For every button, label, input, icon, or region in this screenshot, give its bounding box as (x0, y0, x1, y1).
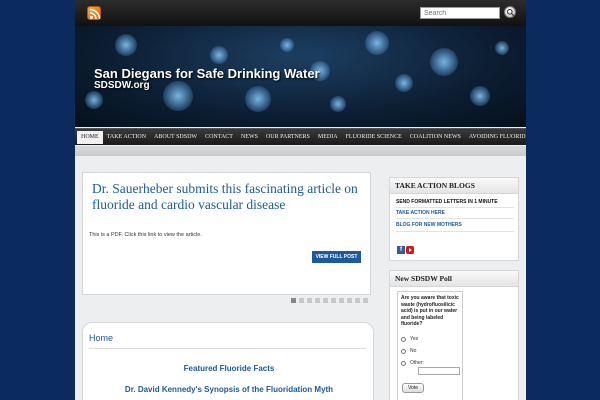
slider-dot[interactable] (323, 298, 328, 303)
nav-item-fluoride-science[interactable]: FLUORIDE SCIENCE (342, 131, 406, 144)
facebook-icon[interactable]: f (397, 246, 405, 254)
poll-question: Are you aware that toxic waste (hydroflu… (401, 295, 459, 327)
slider-dot[interactable] (339, 298, 344, 303)
banner-bokeh (495, 41, 509, 55)
banner-bokeh (395, 74, 413, 92)
main-content: Home Featured Fluoride Facts Dr. David K… (82, 322, 374, 400)
slider-dot[interactable] (363, 298, 368, 303)
page-wrapper: San Diegans for Safe Drinking Water SDSD… (75, 0, 526, 400)
banner-bokeh (280, 38, 294, 52)
other-text-field[interactable] (418, 367, 460, 375)
banner-bokeh (430, 48, 458, 76)
search-input[interactable] (420, 7, 500, 19)
top-bar (75, 0, 526, 26)
nav-item-news[interactable]: NEWS (237, 131, 262, 144)
nav-item-partners[interactable]: OUR PARTNERS (262, 131, 314, 144)
slider-dot[interactable] (315, 298, 320, 303)
page-title: Home (89, 333, 114, 343)
slider-dot[interactable] (299, 298, 304, 303)
site-subtitle[interactable]: SDSDW.org (94, 80, 150, 91)
radio-button[interactable] (401, 360, 406, 366)
slider-dot[interactable] (291, 298, 296, 303)
divider (396, 231, 514, 232)
slider-dot[interactable] (307, 298, 312, 303)
slider-dot[interactable] (355, 298, 360, 303)
poll-option-other[interactable]: Other: (401, 360, 424, 366)
search-icon (507, 9, 515, 17)
featured-slider: Dr. Sauerheber submits this fascinating … (82, 172, 371, 295)
vote-button[interactable]: Vote (402, 383, 424, 393)
site-title[interactable]: San Diegans for Safe Drinking Water (94, 66, 320, 81)
nav-item-home[interactable]: HOME (77, 130, 103, 144)
sub-nav-bar (75, 146, 526, 156)
radio-button[interactable] (401, 348, 406, 354)
banner-bokeh (85, 91, 103, 109)
view-full-post-button[interactable]: VIEW FULL POST (312, 251, 361, 263)
nav-item-coalition-news[interactable]: COALITION NEWS (406, 131, 465, 144)
banner-bokeh (163, 81, 193, 111)
nav-item-about[interactable]: ABOUT SDSDW (150, 131, 201, 144)
search-button[interactable] (504, 6, 516, 18)
nav-item-avoiding-fluoride[interactable]: AVOIDING FLUORIDE (465, 131, 526, 144)
featured-facts-link[interactable]: Featured Fluoride Facts (83, 364, 375, 373)
youtube-icon[interactable] (406, 246, 414, 254)
poll-form: Are you aware that toxic waste (hydroflu… (397, 291, 463, 400)
banner-bokeh (115, 34, 137, 56)
divider (396, 207, 514, 208)
take-action-blogs-widget: TAKE ACTION BLOGS SEND FORMATTED LETTERS… (389, 177, 519, 261)
poll-widget: New SDSDW Poll Are you aware that toxic … (389, 270, 519, 400)
nav-item-contact[interactable]: CONTACT (201, 131, 237, 144)
widget-title: New SDSDW Poll (390, 271, 518, 287)
rss-icon[interactable] (87, 6, 101, 20)
option-label: Other: (410, 360, 424, 366)
divider (396, 218, 514, 219)
nav-item-take-action[interactable]: TAKE ACTION (103, 131, 150, 144)
banner-bokeh (470, 86, 490, 106)
banner-bokeh (245, 86, 271, 112)
banner-bokeh (365, 31, 389, 55)
synopsis-link[interactable]: Dr. David Kennedy's Synopsis of the Fluo… (83, 385, 375, 394)
widget-title: TAKE ACTION BLOGS (390, 178, 518, 194)
banner-bokeh (210, 46, 228, 64)
slider-dot[interactable] (331, 298, 336, 303)
divider (89, 348, 366, 349)
poll-option-no[interactable]: No (401, 348, 416, 354)
option-label: No (410, 348, 417, 354)
featured-post-excerpt: This is a PDF. Click this link to view t… (89, 232, 202, 238)
header-banner: San Diegans for Safe Drinking Water SDSD… (75, 26, 526, 127)
take-action-link[interactable]: TAKE ACTION HERE (396, 210, 445, 216)
radio-button[interactable] (401, 336, 406, 342)
new-mothers-link[interactable]: BLOG FOR NEW MOTHERS (396, 222, 462, 228)
slider-dot[interactable] (347, 298, 352, 303)
slider-pagination (291, 298, 368, 303)
send-letters-link[interactable]: SEND FORMATTED LETTERS IN 1 MINUTE (396, 199, 498, 205)
option-label: Yes (410, 336, 419, 342)
nav-item-media[interactable]: MEDIA (314, 131, 342, 144)
main-nav: HOME TAKE ACTION ABOUT SDSDW CONTACT NEW… (75, 128, 526, 145)
featured-post-title[interactable]: Dr. Sauerheber submits this fascinating … (92, 181, 362, 213)
banner-bokeh (330, 96, 346, 112)
poll-option-yes[interactable]: Yes (401, 336, 418, 342)
